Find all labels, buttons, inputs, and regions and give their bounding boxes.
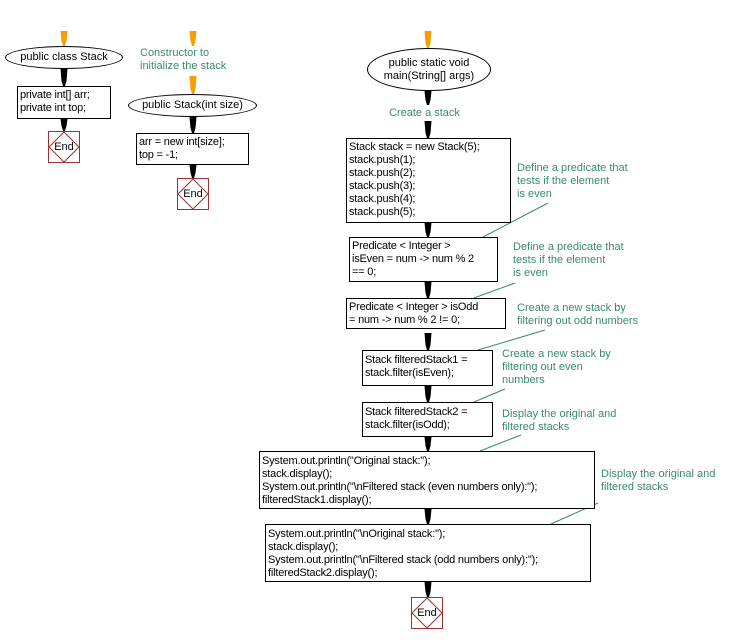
flow-arrow <box>189 117 197 133</box>
step-display-odd: System.out.println("\nOriginal stack:");… <box>265 524 591 582</box>
flow-arrow <box>424 223 432 237</box>
step-create-stack: Stack stack = new Stack(5); stack.push(1… <box>346 138 511 223</box>
main-start-label: public static void main(String[] args) <box>383 56 475 82</box>
comment-connector-line <box>473 388 506 403</box>
flow-arrow <box>424 437 432 451</box>
comment-display-2: Display the original and filtered stacks <box>601 468 716 493</box>
flow-arrow <box>424 282 432 298</box>
flow-arrow <box>189 165 197 178</box>
start-arrow <box>189 31 197 46</box>
class-end-node: End <box>48 131 80 163</box>
comment-display-1: Display the original and filtered stacks <box>502 408 617 433</box>
flow-arrow <box>424 386 432 402</box>
comment-define-even-2: Define a predicate that tests if the ele… <box>513 241 624 279</box>
main-start-node: public static void main(String[] args) <box>367 48 491 91</box>
flow-arrow <box>424 582 432 597</box>
comment-define-even-1: Define a predicate that tests if the ele… <box>517 162 628 200</box>
class-fields-box: private int[] arr; private int top; <box>17 86 111 119</box>
constructor-comment: Constructor to initialize the stack <box>140 47 227 72</box>
flow-arrow <box>60 69 68 86</box>
flow-arrow <box>60 119 68 131</box>
create-stack-comment: Create a stack <box>389 107 460 119</box>
flow-arrow <box>424 91 432 105</box>
main-end-label: End <box>417 607 437 619</box>
constructor-end-node: End <box>177 178 209 210</box>
step-filtered-stack1: Stack filteredStack1 = stack.filter(isEv… <box>362 350 493 386</box>
step-filtered-stack2: Stack filteredStack2 = stack.filter(isOd… <box>362 402 493 437</box>
start-arrow <box>189 76 197 94</box>
constructor-start-node: public Stack(int size) <box>128 94 257 117</box>
comment-connector-line <box>477 329 546 351</box>
class-start-label: public class Stack <box>20 51 108 63</box>
constructor-end-label: End <box>183 188 203 200</box>
constructor-start-label: public Stack(int size) <box>142 99 243 111</box>
comment-filter-even: Create a new stack by filtering out even… <box>502 348 611 386</box>
comment-connector-line <box>473 282 516 299</box>
step-display-even: System.out.println("Original stack:"); s… <box>259 451 595 509</box>
start-arrow <box>60 31 68 46</box>
main-end-node: End <box>411 597 443 629</box>
flow-arrow <box>424 333 432 350</box>
flow-arrow <box>424 121 432 138</box>
class-start-node: public class Stack <box>5 46 123 69</box>
start-arrow <box>424 31 432 48</box>
constructor-body-box: arr = new int[size]; top = -1; <box>136 133 249 165</box>
comment-filter-odd: Create a new stack by filtering out odd … <box>517 302 639 327</box>
step-is-even-predicate: Predicate < Integer > isEven = num -> nu… <box>349 237 498 282</box>
flow-arrow <box>424 509 432 524</box>
class-end-label: End <box>54 141 74 153</box>
comment-connector-line <box>479 434 522 452</box>
step-is-odd-predicate: Predicate < Integer > isOdd = num -> num… <box>346 298 506 329</box>
